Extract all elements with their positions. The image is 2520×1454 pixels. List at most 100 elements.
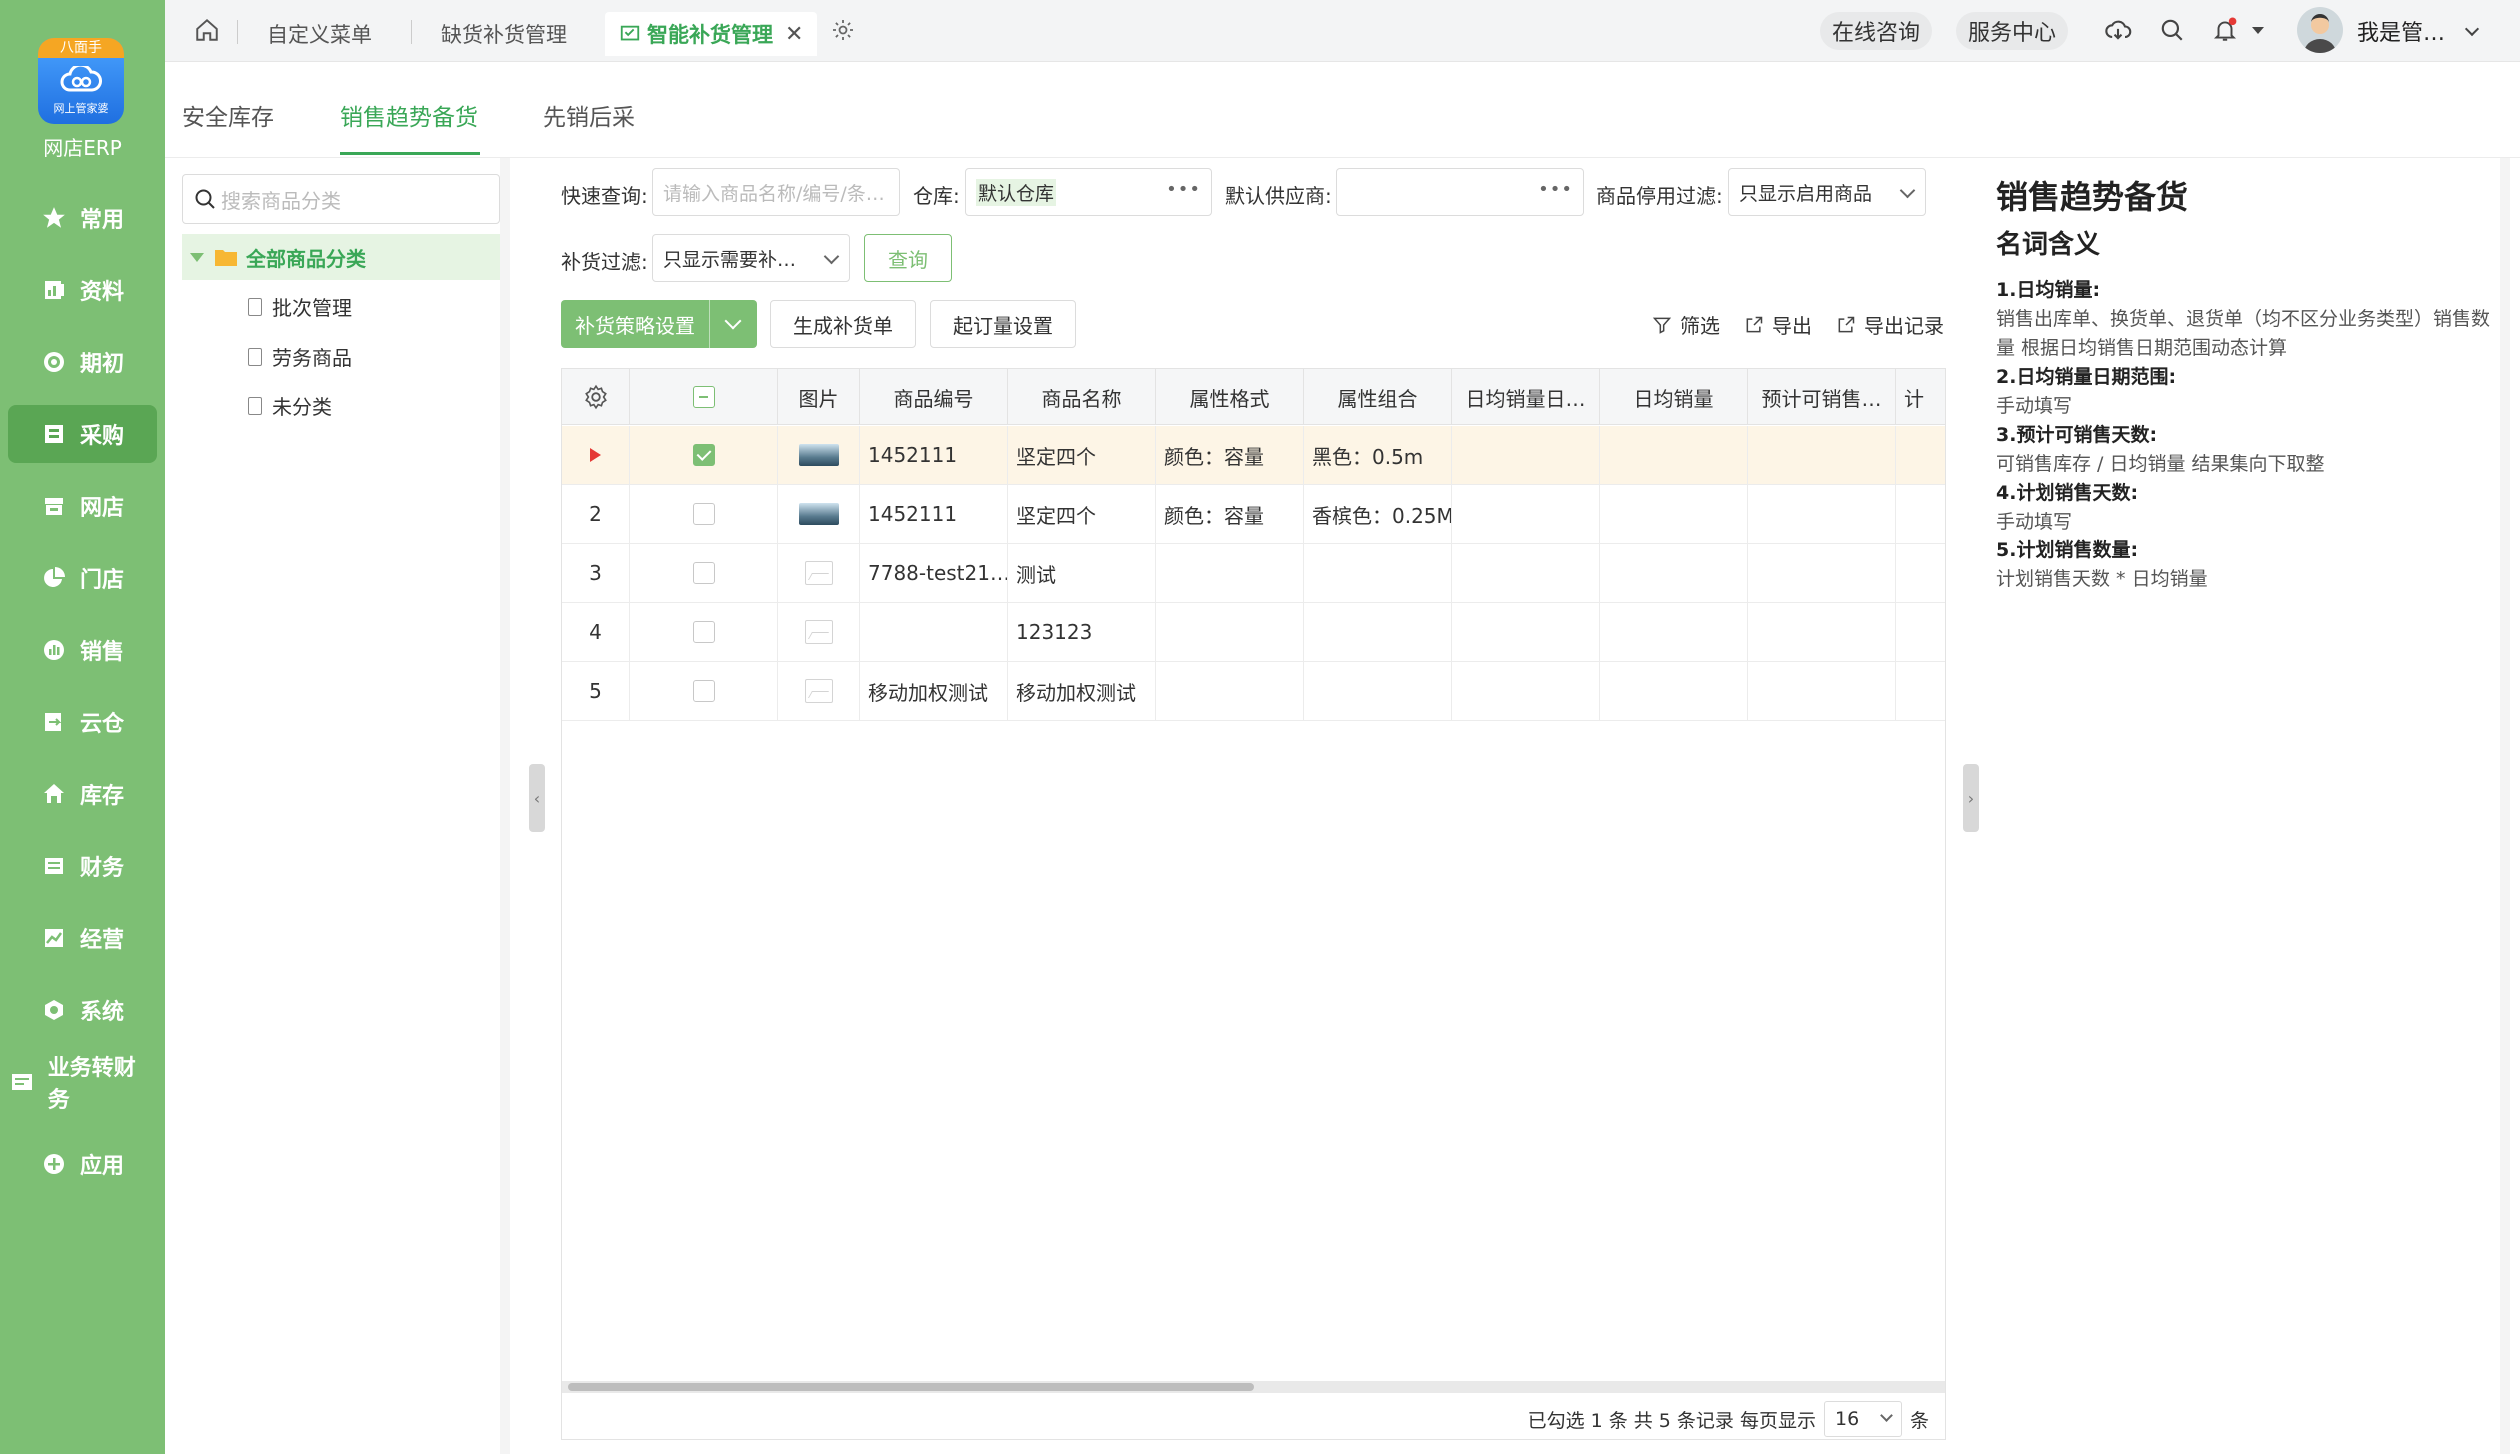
table-cell[interactable] xyxy=(1452,544,1600,602)
column-settings[interactable] xyxy=(562,369,630,425)
gear-icon[interactable] xyxy=(827,14,859,46)
select-all-checkbox-cell[interactable] xyxy=(630,369,778,425)
table-row[interactable]: 2 1452111 坚定四个 颜色：容量 香槟色：0.25M xyxy=(562,485,1945,544)
avatar[interactable] xyxy=(2297,7,2343,53)
tab-custom-menu[interactable]: 自定义菜单 xyxy=(267,12,372,56)
nav-item-opening[interactable]: 期初 xyxy=(8,333,157,391)
service-center-button[interactable]: 服务中心 xyxy=(1956,12,2069,50)
nav-item-common[interactable]: 常用 xyxy=(8,189,157,247)
export-log-button[interactable]: 导出记录 xyxy=(1836,310,1944,339)
nav-item-cloud-warehouse[interactable]: 云仓 xyxy=(8,693,157,751)
more-dots-icon[interactable]: ••• xyxy=(1538,179,1573,200)
chevron-down-icon[interactable] xyxy=(2464,21,2480,37)
table-cell[interactable] xyxy=(1452,603,1600,661)
online-consult-button[interactable]: 在线咨询 xyxy=(1820,12,1933,50)
app-logo[interactable]: 八面手 网上管家婆 xyxy=(38,38,124,124)
expand-caret-icon[interactable] xyxy=(190,252,204,262)
scrollbar-thumb[interactable] xyxy=(568,1383,1254,1391)
table-cell[interactable] xyxy=(1896,485,1945,543)
chevron-down-icon[interactable] xyxy=(709,300,757,348)
quick-search-input[interactable]: 请输入商品名称/编号/条… xyxy=(652,168,900,216)
tree-root-all-categories[interactable]: 全部商品分类 xyxy=(182,234,500,280)
nav-item-purchase[interactable]: 采购 xyxy=(8,405,157,463)
home-icon[interactable] xyxy=(191,14,223,46)
table-cell[interactable] xyxy=(1896,426,1945,484)
column-header[interactable]: 日均销量日… xyxy=(1452,369,1600,425)
help-scrollbar[interactable] xyxy=(2500,158,2510,1454)
row-checkbox[interactable] xyxy=(692,680,715,702)
row-checkbox-cell[interactable] xyxy=(630,603,778,661)
page-size-select[interactable]: 16 xyxy=(1823,1401,1902,1437)
subtab-sales-trend[interactable]: 销售趋势备货 xyxy=(340,98,478,132)
row-checkbox[interactable] xyxy=(692,562,715,584)
generate-restock-order-button[interactable]: 生成补货单 xyxy=(770,300,916,348)
nav-item-store[interactable]: 门店 xyxy=(8,549,157,607)
cloud-download-icon[interactable] xyxy=(2102,14,2134,46)
table-cell[interactable] xyxy=(1896,544,1945,602)
table-row[interactable]: 3 7788-test21… 测试 xyxy=(562,544,1945,603)
collapse-right-handle[interactable]: › xyxy=(1963,764,1979,832)
bell-icon[interactable] xyxy=(2209,14,2241,46)
subtab-sell-then-buy[interactable]: 先销后采 xyxy=(543,98,635,132)
table-row[interactable]: 5 移动加权测试 移动加权测试 xyxy=(562,662,1945,721)
tree-scrollbar[interactable] xyxy=(500,158,510,1454)
nav-item-operation[interactable]: 经营 xyxy=(8,909,157,967)
export-button[interactable]: 导出 xyxy=(1744,310,1812,339)
table-cell[interactable] xyxy=(1452,426,1600,484)
column-header[interactable]: 日均销量 xyxy=(1600,369,1748,425)
column-header[interactable]: 计 xyxy=(1896,369,1945,425)
subtab-safety-stock[interactable]: 安全库存 xyxy=(182,98,274,132)
tree-item-labor[interactable]: 劳务商品 xyxy=(248,342,352,371)
column-header[interactable]: 商品编号 xyxy=(860,369,1008,425)
select-all-checkbox[interactable] xyxy=(692,386,715,408)
moq-settings-button[interactable]: 起订量设置 xyxy=(930,300,1076,348)
nav-item-biz-to-finance[interactable]: 业务转财务 xyxy=(8,1053,157,1113)
table-cell[interactable] xyxy=(1896,662,1945,720)
tab-shortage-restock[interactable]: 缺货补货管理 xyxy=(441,12,567,56)
table-row[interactable]: 4 123123 xyxy=(562,603,1945,662)
nav-item-apps[interactable]: 应用 xyxy=(8,1135,157,1193)
supplier-select[interactable]: ••• xyxy=(1336,168,1584,216)
column-header[interactable]: 图片 xyxy=(778,369,860,425)
row-checkbox[interactable] xyxy=(692,503,715,525)
row-checkbox-cell[interactable] xyxy=(630,662,778,720)
nav-item-finance[interactable]: 财务 xyxy=(8,837,157,895)
category-search-input[interactable]: 搜索商品分类 xyxy=(182,174,500,224)
nav-item-inventory[interactable]: 库存 xyxy=(8,765,157,823)
disable-filter-select[interactable]: 只显示启用商品 xyxy=(1728,168,1926,216)
user-name[interactable]: 我是管… xyxy=(2357,9,2445,53)
filter-button[interactable]: 筛选 xyxy=(1652,310,1720,339)
query-button[interactable]: 查询 xyxy=(864,234,952,282)
caret-down-icon[interactable] xyxy=(2252,27,2264,34)
column-header[interactable]: 属性格式 xyxy=(1156,369,1304,425)
table-cell[interactable] xyxy=(1896,603,1945,661)
column-header[interactable]: 属性组合 xyxy=(1304,369,1452,425)
search-icon[interactable] xyxy=(2156,14,2188,46)
row-checkbox-cell[interactable] xyxy=(630,426,778,484)
row-checkbox[interactable] xyxy=(692,444,715,466)
tab-smart-restock[interactable]: 智能补货管理 ✕ xyxy=(605,12,818,56)
row-checkbox-cell[interactable] xyxy=(630,485,778,543)
product-thumbnail[interactable] xyxy=(798,444,839,466)
warehouse-select[interactable]: 默认仓库 ••• xyxy=(965,168,1212,216)
nav-item-eshop[interactable]: 网店 xyxy=(8,477,157,535)
restock-strategy-button[interactable]: 补货策略设置 xyxy=(561,300,757,348)
restock-filter-select[interactable]: 只显示需要补… xyxy=(652,234,850,282)
nav-item-data[interactable]: 资料 xyxy=(8,261,157,319)
nav-item-system[interactable]: 系统 xyxy=(8,981,157,1039)
nav-item-sales[interactable]: 销售 xyxy=(8,621,157,679)
collapse-left-handle[interactable]: ‹ xyxy=(529,764,545,832)
row-checkbox-cell[interactable] xyxy=(630,544,778,602)
column-header[interactable]: 商品名称 xyxy=(1008,369,1156,425)
table-cell[interactable] xyxy=(1452,662,1600,720)
table-row[interactable]: 1452111 坚定四个 颜色：容量 黑色：0.5m xyxy=(562,426,1945,485)
horizontal-scrollbar[interactable] xyxy=(562,1381,1945,1393)
close-icon[interactable]: ✕ xyxy=(785,22,803,47)
more-dots-icon[interactable]: ••• xyxy=(1166,179,1201,200)
tree-item-batch[interactable]: 批次管理 xyxy=(248,292,352,321)
tree-item-uncategorized[interactable]: 未分类 xyxy=(248,391,332,420)
product-thumbnail[interactable] xyxy=(798,503,839,525)
column-header[interactable]: 预计可销售… xyxy=(1748,369,1896,425)
row-checkbox[interactable] xyxy=(692,621,715,643)
table-cell[interactable] xyxy=(1452,485,1600,543)
